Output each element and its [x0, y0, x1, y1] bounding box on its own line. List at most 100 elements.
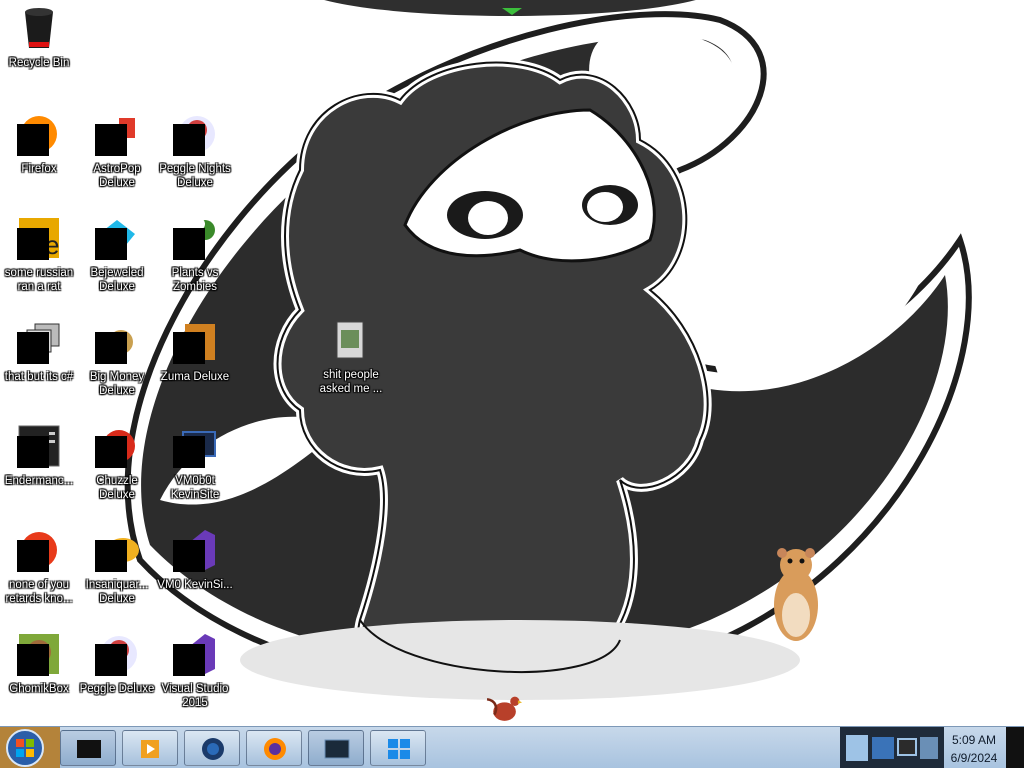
- desktop-icon-visual-studio[interactable]: Visual Studio 2015: [156, 630, 234, 710]
- big-money-icon: [93, 318, 141, 366]
- chicken-icon[interactable]: [468, 690, 538, 726]
- taskbar: 5:09 AM 6/9/2024: [0, 726, 1024, 768]
- redaction-box: [95, 540, 127, 572]
- desktop-icon-label: Chuzzle Deluxe: [96, 475, 138, 501]
- tray-icons: [840, 727, 944, 768]
- firefox-icon: [15, 110, 63, 158]
- windows-logo-icon: [388, 739, 410, 759]
- terminal-icon: [15, 422, 63, 470]
- peggle-nights-icon: [171, 110, 219, 158]
- desktop-icon-astropop[interactable]: AstroPop Deluxe: [78, 110, 156, 190]
- desktop-icon-label: VM0b0t KevinSite: [170, 475, 220, 501]
- desktop[interactable]: Recycle Bin Firefox AstroPop Deluxe Peggle …: [0, 0, 1024, 726]
- desktop-icon-label: Peggle Deluxe: [79, 683, 155, 695]
- redaction-box: [17, 644, 49, 676]
- taskbar-button-4[interactable]: [246, 730, 302, 766]
- desktop-icon-shit-people-asked[interactable]: shit people asked me ...: [312, 316, 390, 396]
- redaction-box: [17, 332, 49, 364]
- monitor-icon: [171, 422, 219, 470]
- redaction-box: [95, 228, 127, 260]
- plants-vs-zombies-icon: [171, 214, 219, 262]
- desktop-icon-vm0b0t-kevinsite[interactable]: VM0b0t KevinSite: [156, 422, 234, 502]
- windows-orb-icon: [0, 727, 60, 768]
- desktop-icon-bejeweled[interactable]: Bejeweled Deluxe: [78, 214, 156, 294]
- clock-date: 6/9/2024: [950, 751, 998, 765]
- redaction-box: [95, 644, 127, 676]
- taskbar-button-6[interactable]: [370, 730, 426, 766]
- desktop-icon-label: Bejeweled Deluxe: [90, 267, 144, 293]
- visual-studio-icon: [171, 630, 219, 678]
- terminal-window-icon: [324, 739, 350, 759]
- redaction-box: [17, 228, 49, 260]
- start-button[interactable]: [0, 727, 60, 768]
- clock-time: 5:09 AM: [951, 733, 997, 747]
- redaction-box: [173, 124, 205, 156]
- desktop-icon-peggle-deluxe[interactable]: Peggle Deluxe: [78, 630, 156, 696]
- desktop-icon-peggle-nights[interactable]: Peggle Nights Deluxe: [156, 110, 234, 190]
- desktop-icon-vm0-kevinsi[interactable]: VM0 KevinSi...: [156, 526, 234, 592]
- desktop-icon-label: none of you retards kno...: [5, 579, 73, 605]
- desktop-icon-label: some russian ran a rat: [4, 267, 74, 293]
- zuma-icon: [171, 318, 219, 366]
- desktop-icon-label: VM0 KevinSi...: [157, 579, 233, 591]
- desktop-icon-label: Firefox: [21, 163, 57, 175]
- insaniquarium-icon: [93, 526, 141, 574]
- cmd-window-icon: [77, 740, 101, 758]
- redaction-box: [17, 540, 49, 572]
- redaction-box: [17, 124, 49, 156]
- desktop-icon-label: Visual Studio 2015: [161, 683, 229, 709]
- desktop-icon-big-money[interactable]: Big Money Deluxe: [78, 318, 156, 398]
- globe-app-icon: [202, 738, 224, 760]
- firefox-icon: [264, 738, 286, 760]
- desktop-icon-chuzzle[interactable]: Chuzzle Deluxe: [78, 422, 156, 502]
- redaction-box: [173, 332, 205, 364]
- desktop-icon-endermanc[interactable]: Endermanc...: [0, 422, 78, 488]
- taskbar-button-3[interactable]: [184, 730, 240, 766]
- redaction-box: [95, 332, 127, 364]
- stacked-windows-icon: [15, 318, 63, 366]
- bejeweled-icon: [93, 214, 141, 262]
- visual-studio-icon: [171, 526, 219, 574]
- redaction-box: [173, 644, 205, 676]
- desktop-icon-label: GhomikBox: [9, 683, 69, 695]
- desktop-icon-recycle-bin[interactable]: Recycle Bin: [0, 4, 78, 70]
- desktop-icon-label: Endermanc...: [4, 475, 74, 487]
- desktop-icon-label: Recycle Bin: [8, 57, 70, 69]
- desktop-icon-none-of-you[interactable]: none of you retards kno...: [0, 526, 78, 606]
- taskbar-button-2[interactable]: [122, 730, 178, 766]
- desktop-icon-that-but-its-c[interactable]: that but its c#: [0, 318, 78, 384]
- chuzzle-icon: [93, 422, 141, 470]
- desktop-icon-insaniquarium[interactable]: Insaniquar... Deluxe: [78, 526, 156, 606]
- desktop-icon-some-russian[interactable]: e some russian ran a rat: [0, 214, 78, 294]
- desktop-icon-label: AstroPop Deluxe: [93, 163, 141, 189]
- show-desktop-button[interactable]: [1006, 727, 1024, 768]
- desktop-icon-zuma[interactable]: Zuma Deluxe: [156, 318, 234, 384]
- hamster-box-icon: [15, 630, 63, 678]
- clock[interactable]: 5:09 AM 6/9/2024: [944, 727, 1004, 768]
- desktop-icon-label: that but its c#: [4, 371, 74, 383]
- peggle-icon: [93, 630, 141, 678]
- taskbar-button-1[interactable]: [60, 730, 116, 766]
- desktop-icon-plants-vs-zombies[interactable]: Plants vs Zombies: [156, 214, 234, 294]
- media-player-icon: [141, 740, 159, 758]
- notification-area[interactable]: [840, 727, 944, 768]
- astropop-icon: [93, 110, 141, 158]
- redaction-box: [173, 228, 205, 260]
- desktop-icon-label: Peggle Nights Deluxe: [159, 163, 231, 189]
- redaction-box: [17, 436, 49, 468]
- folder-icon: [327, 316, 375, 364]
- desktop-icon-label: Zuma Deluxe: [160, 371, 230, 383]
- video-file-icon: e: [15, 214, 63, 262]
- desktop-icon-firefox[interactable]: Firefox: [0, 110, 78, 176]
- desktop-icon-label: shit people asked me ...: [319, 369, 383, 395]
- redaction-box: [95, 436, 127, 468]
- taskbar-button-5[interactable]: [308, 730, 364, 766]
- desktop-icon-label: Big Money Deluxe: [89, 371, 145, 397]
- hamster-icon[interactable]: [766, 545, 826, 645]
- redaction-box: [173, 540, 205, 572]
- chevron-down-icon[interactable]: [500, 7, 524, 17]
- desktop-icon-ghomikbox[interactable]: GhomikBox: [0, 630, 78, 696]
- desktop-icon-label: Plants vs Zombies: [171, 267, 219, 293]
- redaction-box: [95, 124, 127, 156]
- redaction-box: [173, 436, 205, 468]
